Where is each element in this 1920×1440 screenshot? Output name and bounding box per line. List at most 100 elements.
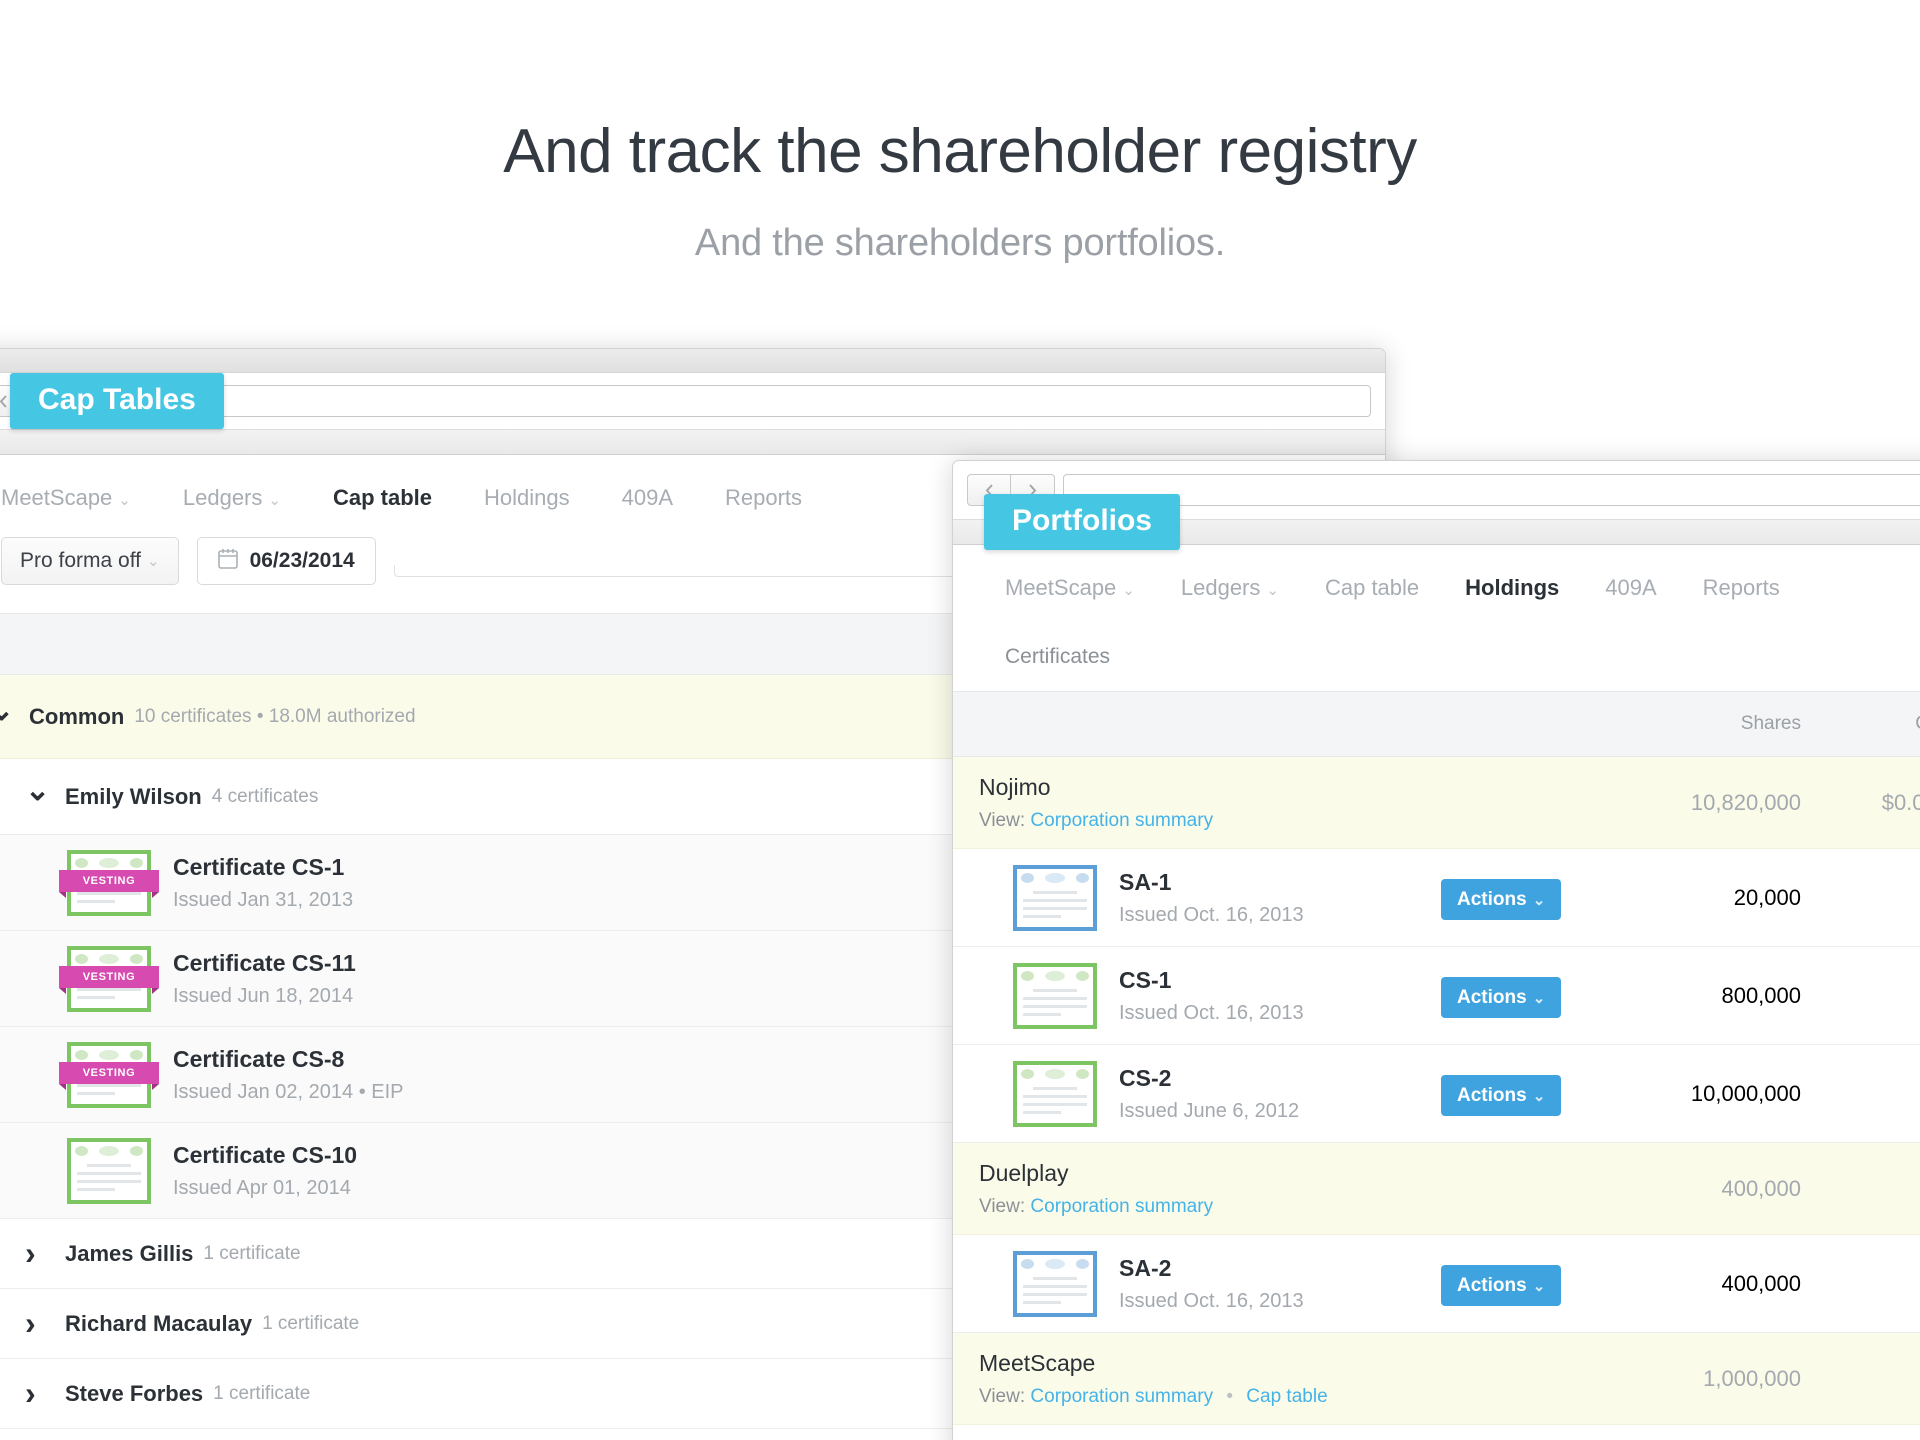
portfolio-holding-row[interactable]: CS-2 Issued June 6, 2012 Actions ⌄ 10,000… — [953, 1045, 1920, 1143]
shares-value: 10,820,000 — [1690, 789, 1801, 815]
actions-label: Actions — [1457, 986, 1527, 1008]
shares-value: 20,000 — [1733, 884, 1801, 910]
actions-button[interactable]: Actions ⌄ — [1441, 1074, 1562, 1116]
certificates-section-title: Certificates — [1005, 645, 1111, 668]
chevron-down-icon: ⌄ — [1532, 1277, 1546, 1295]
nav-item-cap-table[interactable]: Cap table — [333, 485, 432, 511]
holder-name: Emily Wilson — [65, 783, 202, 809]
certificate-green-icon: VESTING — [59, 1041, 159, 1108]
nav-item-meetscape[interactable]: MeetScape ⌄ — [1005, 575, 1135, 601]
column-header-shares: Shares — [1740, 713, 1801, 734]
actions-button[interactable]: Actions ⌄ — [1441, 976, 1562, 1018]
portfolio-holding-row[interactable]: SA-2 Issued Oct. 16, 2013 Actions ⌄ 400,0… — [953, 1235, 1920, 1333]
nav-item-cap-table[interactable]: Cap table — [1325, 575, 1419, 601]
view-label: View: — [979, 1195, 1026, 1217]
nav-label: Ledgers — [1180, 575, 1261, 600]
corporation-summary-link[interactable]: Corporation summary — [1030, 810, 1213, 831]
holding-issued: Issued Oct. 16, 2013 — [1119, 1289, 1304, 1312]
holding-issued: Issued Oct. 16, 2013 — [1119, 1001, 1304, 1024]
certificate-title: Certificate CS-10 — [173, 1141, 358, 1168]
chevron-down-icon: ⌄ — [1532, 891, 1546, 909]
security-class-name: Common — [29, 703, 125, 729]
page-subtitle: And the shareholders portfolios. — [694, 222, 1226, 264]
holding-title: CS-2 — [1119, 1064, 1172, 1091]
company-name: MeetScape — [979, 1349, 1096, 1376]
holder-name: Steve Forbes — [65, 1380, 204, 1406]
chevron-down-icon: ⌄ — [1266, 582, 1279, 599]
date-value: 06/23/2014 — [249, 549, 355, 572]
shares-value: 800,000 — [1721, 982, 1801, 1008]
nav-label: MeetScape — [1, 485, 113, 510]
corporation-summary-link[interactable]: Corporation summary — [1030, 1386, 1213, 1407]
certificate-issued: Issued Jun 18, 2014 — [173, 984, 354, 1007]
nav-item-ledgers[interactable]: Ledgers ⌄ — [183, 485, 281, 511]
holder-name: James Gillis — [65, 1240, 194, 1266]
corporation-summary-link[interactable]: Corporation summary — [1030, 1196, 1213, 1217]
cap-table-link[interactable]: Cap table — [1246, 1386, 1327, 1407]
shares-value: 400,000 — [1721, 1175, 1801, 1201]
certificate-green-icon — [1013, 962, 1097, 1029]
holding-issued: Issued June 6, 2012 — [1119, 1099, 1300, 1122]
chevron-right-icon[interactable] — [25, 1235, 65, 1272]
nav-item-reports[interactable]: Reports — [725, 485, 802, 511]
portfolio-holding-row[interactable]: SA-1 Issued Oct. 16, 2013 Actions ⌄ 20,00… — [953, 849, 1920, 947]
address-bar[interactable] — [77, 385, 1371, 417]
portfolio-group-row[interactable]: MeetScape View: Corporation summary • Ca… — [953, 1333, 1920, 1425]
holder-meta: 1 certificate — [262, 1312, 360, 1334]
date-picker[interactable]: 06/23/2014 — [196, 537, 376, 585]
vesting-badge: VESTING — [59, 965, 159, 994]
vesting-badge: VESTING — [59, 1061, 159, 1090]
certificate-title: Certificate CS-8 — [173, 1045, 345, 1072]
shares-value: 1,000,000 — [1703, 1365, 1801, 1391]
holding-title: SA-1 — [1119, 868, 1172, 895]
security-class-meta: 10 certificates • 18.0M authorized — [134, 705, 416, 727]
calendar-icon — [217, 548, 238, 575]
chevron-down-icon: ⌄ — [268, 492, 281, 509]
chevron-right-icon[interactable] — [25, 1305, 65, 1342]
nav-item-holdings[interactable]: Holdings — [1465, 575, 1559, 601]
holding-title: CS-1 — [1119, 966, 1172, 993]
view-label: View: — [979, 809, 1026, 831]
company-name: Duelplay — [979, 1159, 1069, 1186]
holder-meta: 1 certificate — [203, 1242, 301, 1264]
cap-tables-window-titlebar — [0, 349, 1385, 373]
chevron-down-icon[interactable] — [25, 779, 65, 814]
cost-value: $ — [1831, 1366, 1920, 1392]
actions-label: Actions — [1457, 1274, 1527, 1296]
pro-forma-dropdown[interactable]: Pro forma off ⌄ — [1, 537, 179, 585]
holder-meta: 4 certificates — [211, 785, 319, 807]
chevron-down-icon: ⌄ — [1532, 989, 1546, 1007]
certificate-green-icon: VESTING — [59, 945, 159, 1012]
chevron-down-icon: ⌄ — [118, 492, 131, 509]
view-label: View: — [979, 1385, 1026, 1407]
cap-tables-bookmark-bar — [0, 429, 1385, 455]
actions-button[interactable]: Actions ⌄ — [1441, 878, 1562, 920]
actions-label: Actions — [1457, 1084, 1527, 1106]
certificate-issued: Issued Jan 31, 2013 — [173, 888, 354, 911]
holding-title: SA-2 — [1119, 1254, 1172, 1281]
chevron-down-icon[interactable] — [0, 699, 29, 734]
shares-value: 10,000,000 — [1690, 1080, 1801, 1106]
nav-item-holdings[interactable]: Holdings — [484, 485, 570, 511]
cap-tables-label-tag: Cap Tables — [10, 373, 224, 429]
portfolio-holding-row[interactable]: S-1 Actions⌄ 1,000,000 $ — [953, 1425, 1920, 1440]
slide-canvas: And track the shareholder registry And t… — [0, 0, 1920, 1440]
address-bar[interactable] — [1063, 474, 1920, 506]
portfolios-window: MeetScape ⌄ Ledgers ⌄ Cap table Holdings 4… — [952, 460, 1920, 1440]
chevron-right-icon[interactable] — [25, 1375, 65, 1412]
portfolio-group-row[interactable]: Nojimo View: Corporation summary 10,820,… — [953, 757, 1920, 849]
company-name: Nojimo — [979, 773, 1051, 800]
certificate-issued: Issued Apr 01, 2014 — [173, 1176, 351, 1199]
nav-item-409a[interactable]: 409A — [1605, 575, 1656, 601]
certificate-green-icon — [67, 1137, 151, 1204]
certificate-title: Certificate CS-11 — [173, 949, 356, 976]
nav-item-ledgers[interactable]: Ledgers ⌄ — [1181, 575, 1279, 601]
portfolio-holding-row[interactable]: CS-1 Issued Oct. 16, 2013 Actions ⌄ 800,0… — [953, 947, 1920, 1045]
nav-item-409a[interactable]: 409A — [622, 485, 673, 511]
nav-label: MeetScape — [1005, 575, 1117, 600]
portfolio-table-header: Shares Cos — [953, 691, 1920, 757]
nav-item-meetscape[interactable]: MeetScape ⌄ — [1, 485, 131, 511]
actions-button[interactable]: Actions ⌄ — [1441, 1264, 1562, 1306]
nav-item-reports[interactable]: Reports — [1703, 575, 1780, 601]
portfolio-group-row[interactable]: Duelplay View: Corporation summary 400,0… — [953, 1143, 1920, 1235]
